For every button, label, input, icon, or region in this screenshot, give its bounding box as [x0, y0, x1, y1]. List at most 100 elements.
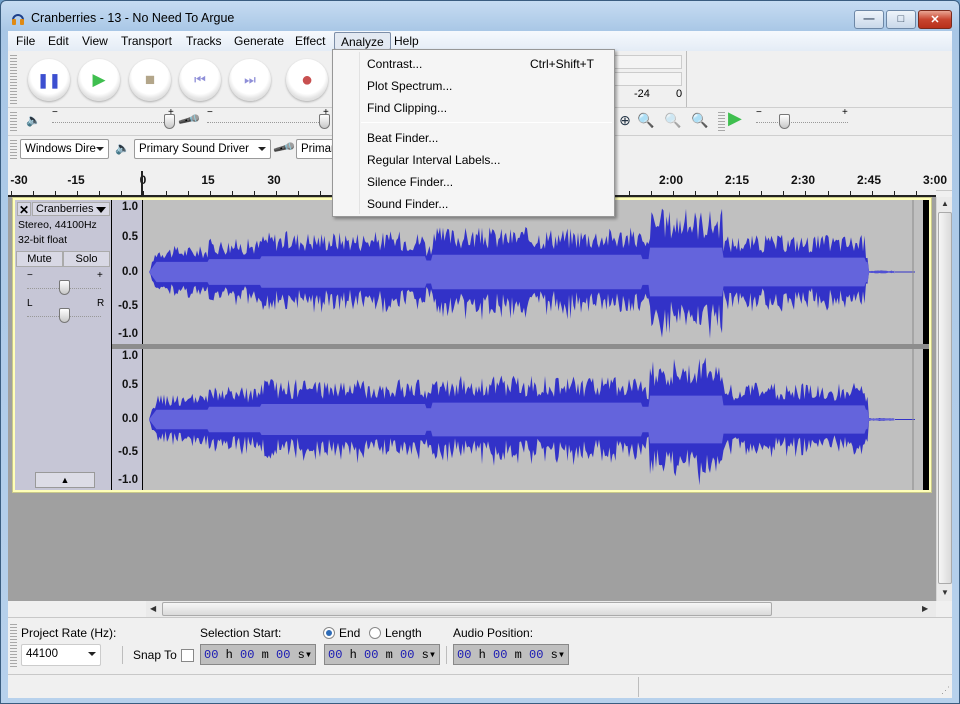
ruler-tick	[849, 191, 851, 195]
fit-selection-button[interactable]: 🔍	[660, 107, 686, 133]
output-device-select[interactable]: Primary Sound Driver	[134, 139, 271, 159]
status-divider	[638, 677, 639, 697]
play-button[interactable]: ▶	[78, 59, 120, 101]
play-icon: ▶	[92, 70, 106, 89]
scale-label: -1.0	[118, 474, 138, 486]
end-radio[interactable]	[323, 627, 335, 639]
divider	[122, 646, 123, 664]
speaker-icon: 🔈	[115, 141, 130, 155]
ruler-tick	[739, 191, 741, 195]
scale-label: 0.0	[122, 413, 138, 425]
ruler-tick	[209, 191, 211, 195]
menu-analyze[interactable]: Analyze	[334, 32, 391, 50]
gain-thumb[interactable]	[59, 280, 70, 295]
vertical-scrollbar[interactable]: ▲ ▼	[936, 197, 952, 601]
scroll-right-icon[interactable]: ▶	[922, 604, 928, 613]
meter-label: -24	[634, 88, 650, 100]
track-control-panel: ✕ Cranberries Stereo, 44100Hz 32-bit flo…	[15, 200, 111, 490]
menu-item-plot-spectrum[interactable]: Plot Spectrum...	[367, 79, 452, 93]
scroll-left-icon[interactable]: ◀	[150, 604, 156, 613]
ruler-tick	[695, 191, 697, 195]
zoom-out-button[interactable]: 🔍	[633, 107, 659, 133]
ruler-tick	[121, 191, 123, 195]
menu-generate[interactable]: Generate	[228, 32, 290, 50]
horizontal-scrollbar[interactable]: ◀ ▶	[146, 601, 936, 617]
ruler-label: -15	[67, 173, 85, 187]
menu-item-silence-finder[interactable]: Silence Finder...	[367, 175, 453, 189]
horizontal-scroll-thumb[interactable]	[162, 602, 772, 616]
maximize-button[interactable]: □	[886, 10, 916, 29]
record-meter[interactable]	[614, 72, 682, 86]
contrast-shortcut: Ctrl+Shift+T	[529, 57, 594, 71]
playback-meter[interactable]	[614, 55, 682, 69]
close-button[interactable]: ✕	[918, 10, 952, 29]
audio-host-select[interactable]: Windows Dire	[20, 139, 109, 159]
play-position-marker[interactable]	[141, 171, 143, 197]
amplitude-ruler-right: 1.0 0.5 0.0 -0.5 -1.0	[112, 349, 142, 490]
track-name-menu[interactable]: Cranberries	[32, 202, 110, 216]
record-icon: ●	[300, 69, 314, 91]
title-bar[interactable]: Cranberries - 13 - No Need To Argue — □ …	[1, 1, 959, 31]
audio-position-field[interactable]: 00 h 00 m 00 s▾	[453, 644, 569, 665]
track-close-button[interactable]: ✕	[17, 202, 31, 217]
solo-button[interactable]: Solo	[63, 251, 110, 267]
scale-label: -1.0	[118, 328, 138, 340]
menu-transport[interactable]: Transport	[115, 32, 178, 50]
selection-start-field[interactable]: 00 h 00 m 00 s▾	[200, 644, 316, 665]
scale-label: 0.5	[122, 379, 138, 391]
headphones-app-icon	[12, 14, 24, 25]
scroll-up-icon[interactable]: ▲	[941, 199, 949, 208]
mixer-grip[interactable]	[10, 110, 17, 132]
input-volume-slider[interactable]	[207, 117, 327, 123]
stop-button[interactable]: ■	[129, 59, 171, 101]
waveform-right-channel[interactable]	[143, 349, 923, 490]
device-grip[interactable]	[10, 138, 17, 160]
meter-toolbar: -24 0	[614, 53, 684, 105]
menu-item-sound-finder[interactable]: Sound Finder...	[367, 197, 448, 211]
ruler-tick	[55, 191, 57, 195]
toolbar-grip[interactable]	[10, 53, 17, 105]
selection-end-field[interactable]: 00 h 00 m 00 s▾	[324, 644, 440, 665]
ruler-tick	[650, 191, 652, 195]
menu-item-regular-interval-labels[interactable]: Regular Interval Labels...	[367, 153, 500, 167]
waveform-left-channel[interactable]	[143, 200, 923, 344]
minimize-button[interactable]: —	[854, 10, 884, 29]
menu-item-beat-finder[interactable]: Beat Finder...	[367, 131, 438, 145]
audio-track[interactable]: ✕ Cranberries Stereo, 44100Hz 32-bit flo…	[12, 197, 932, 493]
menu-item-find-clipping[interactable]: Find Clipping...	[367, 101, 447, 115]
play-at-speed-grip[interactable]	[718, 110, 725, 132]
ruler-tick	[143, 191, 145, 195]
menu-effect[interactable]: Effect	[289, 32, 331, 50]
record-button[interactable]: ●	[286, 59, 328, 101]
skip-to-end-button[interactable]: ⏭	[229, 59, 271, 101]
ruler-tick	[717, 191, 719, 195]
collapse-track-button[interactable]: ▲	[35, 472, 95, 488]
playback-speed-thumb[interactable]	[779, 114, 790, 129]
menu-help[interactable]: Help	[388, 32, 425, 50]
collapse-up-icon: ▲	[60, 475, 70, 485]
length-radio[interactable]	[369, 627, 381, 639]
menu-view[interactable]: View	[76, 32, 114, 50]
fit-project-button[interactable]: 🔍	[687, 107, 713, 133]
output-max-label: +	[168, 107, 174, 118]
menu-gutter	[359, 52, 360, 214]
playback-speed-slider[interactable]	[756, 117, 848, 123]
menu-file[interactable]: File	[10, 32, 41, 50]
resize-grip-icon[interactable]: ⋰	[941, 685, 950, 696]
scroll-down-icon[interactable]: ▼	[941, 588, 949, 597]
selection-grip[interactable]	[10, 622, 17, 668]
output-volume-slider[interactable]	[52, 117, 172, 123]
pan-thumb[interactable]	[59, 308, 70, 323]
mute-button[interactable]: Mute	[16, 251, 63, 267]
menu-edit[interactable]: Edit	[42, 32, 75, 50]
ruler-tick	[893, 191, 895, 195]
project-rate-select[interactable]: 44100	[21, 644, 101, 666]
play-at-speed-button[interactable]: ▶	[728, 108, 742, 129]
skip-to-start-button[interactable]: ⏮	[179, 59, 221, 101]
menu-tracks[interactable]: Tracks	[180, 32, 228, 50]
menu-item-contrast[interactable]: Contrast...	[367, 57, 422, 71]
pause-button[interactable]: ❚❚	[28, 59, 70, 101]
ruler-label: 2:00	[658, 173, 684, 187]
vertical-scroll-thumb[interactable]	[938, 212, 952, 584]
snap-to-checkbox[interactable]	[181, 649, 194, 662]
